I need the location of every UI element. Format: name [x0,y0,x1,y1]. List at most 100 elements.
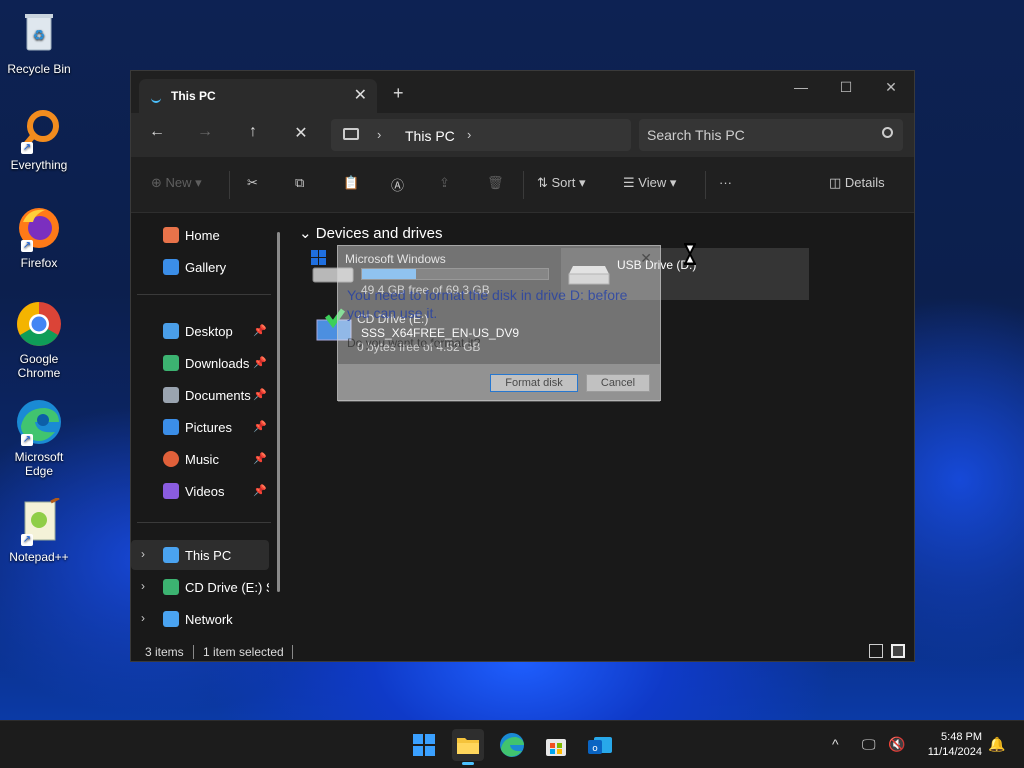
desktop-icon-label: Microsoft Edge [14,450,64,478]
tab-this-pc[interactable]: This PC ✕ [139,79,377,113]
volume-muted-icon[interactable]: 🔇 [888,736,905,753]
desktop-icon-recycle-bin[interactable]: ♻ Recycle Bin [4,10,74,76]
share-icon[interactable]: ⇪ [439,175,450,191]
section-header-devices[interactable]: ⌄ Devices and drives [299,224,442,242]
cut-icon[interactable]: ✂ [247,175,258,191]
sidebar-item-videos[interactable]: Videos 📌 [131,476,269,506]
status-divider [292,645,293,659]
rename-icon[interactable]: Ⓐ [391,175,404,194]
windows-logo-icon [413,734,435,756]
close-tab-button[interactable]: ✕ [354,85,367,105]
pin-icon[interactable]: 📌 [253,324,267,337]
cancel-button[interactable]: Cancel [586,374,650,392]
view-button[interactable]: ☰ View ▾ [623,175,676,191]
delete-icon[interactable]: 🗑 [487,175,504,191]
chevron-right-icon[interactable]: › [467,127,471,142]
chevron-right-icon[interactable]: › [141,547,145,561]
sidebar-item-label: This PC [185,548,232,563]
format-disk-dialog: ✕ You need to format the disk in drive D… [337,245,661,402]
desktop-icon-everything[interactable]: ↗ Everything [4,106,74,172]
sidebar-item-desktop[interactable]: Desktop 📌 [131,316,269,346]
sidebar-item-cd-drive[interactable]: › CD Drive (E:) SSS [131,572,269,602]
desktop-icon-edge[interactable]: ↗ Microsoft Edge [4,398,74,478]
sidebar-item-pictures[interactable]: Pictures 📌 [131,412,269,442]
copy-icon[interactable]: ⧉ [295,175,304,191]
new-label: New [165,175,192,190]
system-clock[interactable]: 5:48 PM 11/14/2024 [928,730,982,760]
notification-bell-icon[interactable]: 🔔 [988,736,1005,753]
firefox-icon: ↗ [15,204,63,252]
search-box[interactable] [639,119,903,151]
everything-icon: ↗ [15,106,63,154]
up-button[interactable]: ↑ [241,123,265,141]
desktop-icon-label: Google Chrome [17,352,61,380]
taskbar-outlook[interactable]: o [584,729,616,761]
new-tab-button[interactable]: + [393,83,404,104]
paste-icon[interactable]: 📋 [343,175,359,191]
details-view-icon[interactable] [869,644,883,658]
file-explorer-icon [457,738,479,754]
sidebar-item-label: Gallery [185,260,227,275]
computer-icon [343,128,359,140]
pictures-icon [163,419,179,435]
show-hidden-icons-button[interactable]: ^ [832,736,839,752]
start-button[interactable] [408,729,440,761]
pin-icon[interactable]: 📌 [253,420,267,433]
taskbar-edge[interactable] [496,729,528,761]
desktop-icon-chrome[interactable]: Google Chrome [4,300,74,380]
large-icons-view-icon[interactable] [891,644,905,658]
desktop-icon-label: Firefox [20,256,58,270]
new-button[interactable]: ⊕ New ▾ [151,175,202,191]
sidebar-item-documents[interactable]: Documents 📌 [131,380,269,410]
pin-icon[interactable]: 📌 [253,356,267,369]
dialog-message: You need to format the disk in drive D: … [347,287,628,321]
sidebar-item-downloads[interactable]: Downloads 📌 [131,348,269,378]
close-window-button[interactable]: ✕ [869,77,913,101]
sidebar-item-this-pc[interactable]: › This PC [131,540,269,570]
sidebar-item-label: Home [185,228,220,243]
taskbar-file-explorer[interactable] [452,729,484,765]
taskbar: o ^ 🖵 🔇 5:48 PM 11/14/2024 🔔 [0,720,1024,768]
desktop-icon-notepadpp[interactable]: ↗ Notepad++ [4,496,74,564]
network-icon [163,611,179,627]
sidebar-item-network[interactable]: › Network [131,604,269,634]
forward-button[interactable]: → [193,123,217,141]
sidebar-item-home[interactable]: Home [131,220,269,250]
view-label: View [638,175,667,190]
stop-loading-button[interactable]: ✕ [289,123,313,143]
toolbar-divider [523,171,524,199]
sidebar-divider [137,294,271,295]
minimize-button[interactable]: — [779,77,823,101]
pin-icon[interactable]: 📌 [253,388,267,401]
sidebar-item-label: CD Drive (E:) SSS [185,580,269,595]
chevron-right-icon[interactable]: › [377,127,381,142]
desktop-icon-firefox[interactable]: ↗ Firefox [4,204,74,270]
breadcrumb-this-pc[interactable]: This PC [405,128,455,144]
svg-text:♻: ♻ [33,28,46,44]
network-status-icon[interactable]: 🖵 [862,736,876,753]
details-pane-button[interactable]: ◫ Details [829,175,885,191]
sidebar-item-label: Network [185,612,233,627]
tab-title: This PC [171,89,216,103]
maximize-button[interactable]: ☐ [824,77,868,101]
edge-icon [500,733,524,757]
sort-label: Sort [551,175,576,190]
navigation-pane-scrollbar[interactable] [277,232,280,592]
back-button[interactable]: ← [145,123,169,141]
chevron-right-icon[interactable]: › [141,579,145,593]
sidebar-item-music[interactable]: Music 📌 [131,444,269,474]
search-input[interactable] [647,125,867,145]
section-title: Devices and drives [315,225,443,242]
sort-button[interactable]: ⇅ Sort ▾ [537,175,586,191]
chevron-right-icon[interactable]: › [141,611,145,625]
gallery-icon [163,259,179,275]
sidebar-item-gallery[interactable]: Gallery [131,252,269,282]
taskbar-store[interactable] [540,729,572,761]
more-options-button[interactable]: ··· [719,175,732,190]
dialog-close-button[interactable]: ✕ [640,250,652,267]
pin-icon[interactable]: 📌 [253,484,267,497]
pin-icon[interactable]: 📌 [253,452,267,465]
address-bar[interactable]: › This PC › [331,119,631,151]
format-disk-button[interactable]: Format disk [490,374,578,392]
desktop-icon-label: Notepad++ [9,550,69,564]
